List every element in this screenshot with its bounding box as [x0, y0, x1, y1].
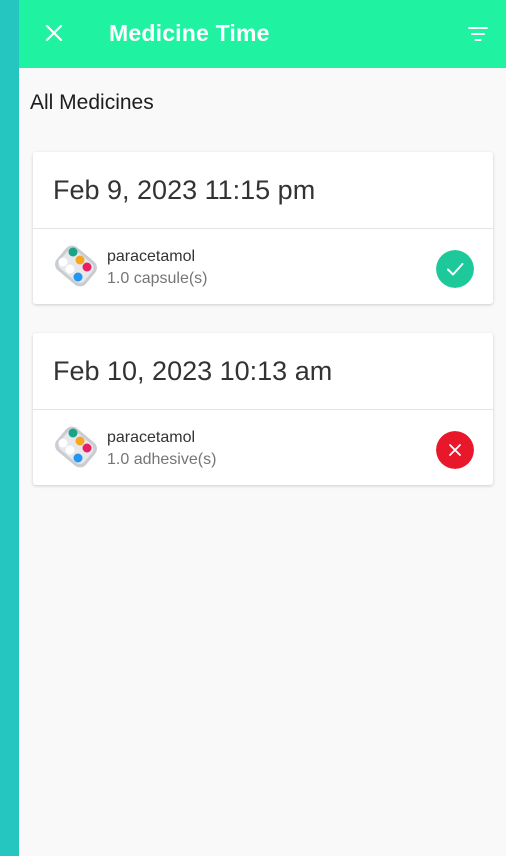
app-bar: Medicine Time [19, 0, 506, 68]
filter-icon[interactable] [468, 26, 488, 42]
close-icon[interactable] [45, 24, 63, 42]
medicine-name: paracetamol [107, 248, 196, 265]
check-icon[interactable] [436, 250, 474, 288]
page-title: All Medicines [30, 91, 154, 114]
medicine-dose: 1.0 adhesive(s) [107, 451, 217, 468]
card-date: Feb 9, 2023 11:15 pm [33, 152, 493, 229]
medicine-dose: 1.0 capsule(s) [107, 270, 208, 287]
medicine-row[interactable]: paracetamol 1.0 adhesive(s) [33, 410, 493, 485]
medicine-card[interactable]: Feb 10, 2023 10:13 am paracetamol 1.0 ad… [33, 333, 493, 485]
medicine-card[interactable]: Feb 9, 2023 11:15 pm paracetamol 1.0 cap… [33, 152, 493, 304]
card-date: Feb 10, 2023 10:13 am [33, 333, 493, 410]
medicine-name: paracetamol [107, 429, 196, 446]
app-title: Medicine Time [109, 20, 270, 46]
pill-pack-icon [55, 426, 97, 468]
pill-pack-icon [55, 245, 97, 287]
app-screen: Medicine Time All Medicines Feb 9, 2023 … [19, 0, 506, 856]
close-icon[interactable] [436, 431, 474, 469]
medicine-row[interactable]: paracetamol 1.0 capsule(s) [33, 229, 493, 304]
